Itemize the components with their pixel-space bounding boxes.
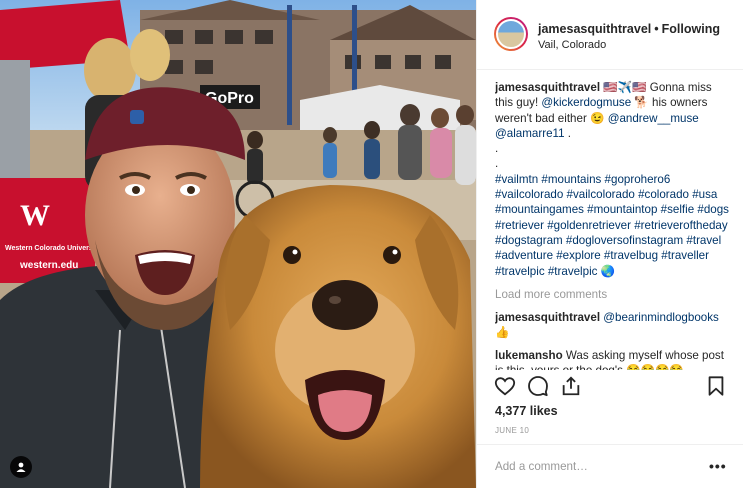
likes-count[interactable]: 4,377 likes — [495, 404, 558, 418]
share-icon[interactable] — [560, 375, 582, 397]
caption-emoji-end: 🌏 — [597, 264, 616, 278]
comment-icon[interactable] — [527, 375, 549, 397]
caption-mention-1[interactable]: @kickerdogmuse — [541, 96, 631, 109]
avatar[interactable] — [494, 17, 528, 51]
post-header: jamesasquithtravel • Following Vail, Color… — [477, 0, 743, 70]
caption-mention-3[interactable]: @alamarre11 — [495, 127, 565, 140]
caption: jamesasquithtravel 🇺🇸✈️🇺🇸 Gonna miss thi… — [495, 80, 731, 279]
comment-item: lukemansho Was asking myself whose post … — [495, 348, 731, 370]
location-link[interactable]: Vail, Colorado — [538, 39, 606, 51]
caption-username[interactable]: jamesasquithtravel — [495, 81, 600, 94]
header-line: jamesasquithtravel • Following — [538, 22, 720, 36]
caption-hashtags[interactable]: #vailmtn #mountains #goprohero6 #vailcol… — [495, 173, 729, 278]
load-more-comments-button[interactable]: Load more comments — [495, 287, 731, 302]
comment-item: jamesasquithtravel @bearinmindlogbooks 👍 — [495, 310, 731, 341]
post-photo[interactable]: GoPro W Western Colorado University west… — [0, 0, 476, 488]
follow-status-button[interactable]: Following — [662, 22, 720, 36]
bookmark-icon[interactable] — [705, 375, 727, 397]
table-banner-url: western.edu — [19, 260, 78, 271]
add-comment-input[interactable] — [495, 455, 695, 477]
comments-section: jamesasquithtravel 🇺🇸✈️🇺🇸 Gonna miss thi… — [495, 80, 731, 370]
comment-username[interactable]: jamesasquithtravel — [495, 311, 600, 324]
header-username[interactable]: jamesasquithtravel — [538, 22, 651, 36]
comment-mention[interactable]: @bearinmindlogbooks — [603, 311, 719, 324]
caption-mention-2[interactable]: @andrew__muse — [608, 112, 699, 125]
heart-icon[interactable] — [494, 375, 516, 397]
add-comment-section: ••• — [477, 444, 743, 488]
comment-text: 👍 — [495, 326, 510, 340]
post-date[interactable]: JUNE 10 — [495, 426, 529, 435]
post-side-panel: jamesasquithtravel • Following Vail, Color… — [476, 0, 743, 488]
user-tag-icon[interactable] — [10, 456, 32, 478]
comment-username[interactable]: lukemansho — [495, 349, 563, 362]
photo-scene: GoPro W Western Colorado University west… — [0, 0, 476, 488]
more-options-icon[interactable]: ••• — [709, 458, 727, 474]
post-actions — [477, 370, 743, 400]
svg-text:W: W — [20, 199, 50, 232]
header-separator: • — [654, 22, 659, 36]
table-banner-text: Western Colorado University — [5, 245, 101, 252]
